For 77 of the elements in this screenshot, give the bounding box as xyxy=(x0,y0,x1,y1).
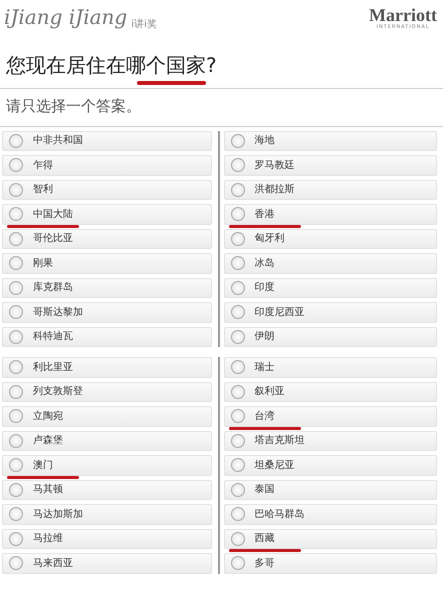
option-label: 泰国 xyxy=(254,483,274,498)
option-label: 瑞士 xyxy=(254,360,274,375)
option-label: 库克群岛 xyxy=(33,280,73,296)
radio-button[interactable] xyxy=(230,280,244,295)
radio-button[interactable] xyxy=(230,256,244,270)
option-label: 印度尼西亚 xyxy=(254,306,304,320)
option-label: 塔吉克斯坦 xyxy=(254,434,304,448)
question-title: 您现在居住在哪个国家? xyxy=(6,53,217,77)
option-label: 多哥 xyxy=(254,556,274,571)
radio-button[interactable] xyxy=(230,556,244,570)
option-label: 中国大陆 xyxy=(33,208,73,222)
radio-button[interactable] xyxy=(9,280,23,295)
radio-button[interactable] xyxy=(9,409,23,424)
option-label: 利比里亚 xyxy=(33,360,73,375)
radio-button[interactable] xyxy=(9,556,23,570)
radio-button[interactable] xyxy=(230,182,244,197)
option-label: 叙利亚 xyxy=(254,384,284,400)
option-label: 洪都拉斯 xyxy=(254,182,294,198)
radio-button[interactable] xyxy=(9,482,23,497)
radio-button[interactable] xyxy=(9,384,23,399)
radio-button[interactable] xyxy=(230,507,244,522)
radio-button[interactable] xyxy=(230,330,244,344)
radio-button[interactable] xyxy=(230,384,244,399)
radio-button[interactable] xyxy=(230,360,244,374)
radio-button[interactable] xyxy=(9,207,23,222)
radio-button[interactable] xyxy=(9,360,23,374)
option-label: 哥伦比亚 xyxy=(33,232,73,246)
option-label: 立陶宛 xyxy=(33,410,63,424)
radio-button[interactable] xyxy=(9,532,23,546)
radio-button[interactable] xyxy=(9,434,23,448)
option-label: 印度 xyxy=(254,280,274,296)
option-label: 坦桑尼亚 xyxy=(254,458,294,473)
option-label: 澳门 xyxy=(33,458,53,473)
radio-button[interactable] xyxy=(230,458,244,472)
radio-button[interactable] xyxy=(9,134,23,148)
option-label: 中非共和国 xyxy=(33,134,83,148)
radio-button[interactable] xyxy=(9,507,23,522)
option-label: 科特迪瓦 xyxy=(33,330,73,344)
option-label: 乍得 xyxy=(33,158,53,173)
option-label: 香港 xyxy=(254,208,274,222)
radio-button[interactable] xyxy=(9,458,23,472)
option-label: 冰岛 xyxy=(254,256,274,271)
radio-button[interactable] xyxy=(9,305,23,320)
option-label: 台湾 xyxy=(254,410,274,424)
logo-subtitle: i讲i奖 xyxy=(131,18,157,32)
option-label: 列支敦斯登 xyxy=(33,384,83,400)
option-label: 海地 xyxy=(254,134,274,148)
brand-logo: Marriott xyxy=(369,6,437,24)
option-label: 西藏 xyxy=(254,532,274,546)
option-label: 刚果 xyxy=(33,256,53,271)
radio-button[interactable] xyxy=(9,330,23,344)
radio-button[interactable] xyxy=(230,134,244,148)
option-label: 马其顿 xyxy=(33,482,63,498)
logo-text: iJiang iJiang xyxy=(4,4,128,31)
option-label: 马达加斯加 xyxy=(33,508,83,522)
option-label: 马来西亚 xyxy=(33,556,73,571)
radio-button[interactable] xyxy=(230,232,244,246)
instruction-text: 请只选择一个答案。 xyxy=(0,89,443,126)
radio-button[interactable] xyxy=(230,305,244,320)
radio-button[interactable] xyxy=(230,434,244,448)
option-label: 卢森堡 xyxy=(33,434,63,448)
option-label: 巴哈马群岛 xyxy=(254,508,304,522)
option-label: 罗马教廷 xyxy=(254,158,294,173)
option-label: 马拉维 xyxy=(33,532,63,546)
option-label: 智利 xyxy=(33,182,53,198)
option-label: 伊朗 xyxy=(254,330,274,344)
radio-button[interactable] xyxy=(9,158,23,172)
radio-button[interactable] xyxy=(9,232,23,246)
radio-button[interactable] xyxy=(230,207,244,222)
radio-button[interactable] xyxy=(230,158,244,172)
radio-button[interactable] xyxy=(230,532,244,546)
option-label: 匈牙利 xyxy=(254,232,284,246)
radio-button[interactable] xyxy=(230,409,244,424)
radio-button[interactable] xyxy=(9,182,23,197)
option-label: 哥斯达黎加 xyxy=(33,306,83,320)
radio-button[interactable] xyxy=(230,482,244,497)
radio-button[interactable] xyxy=(9,256,23,270)
